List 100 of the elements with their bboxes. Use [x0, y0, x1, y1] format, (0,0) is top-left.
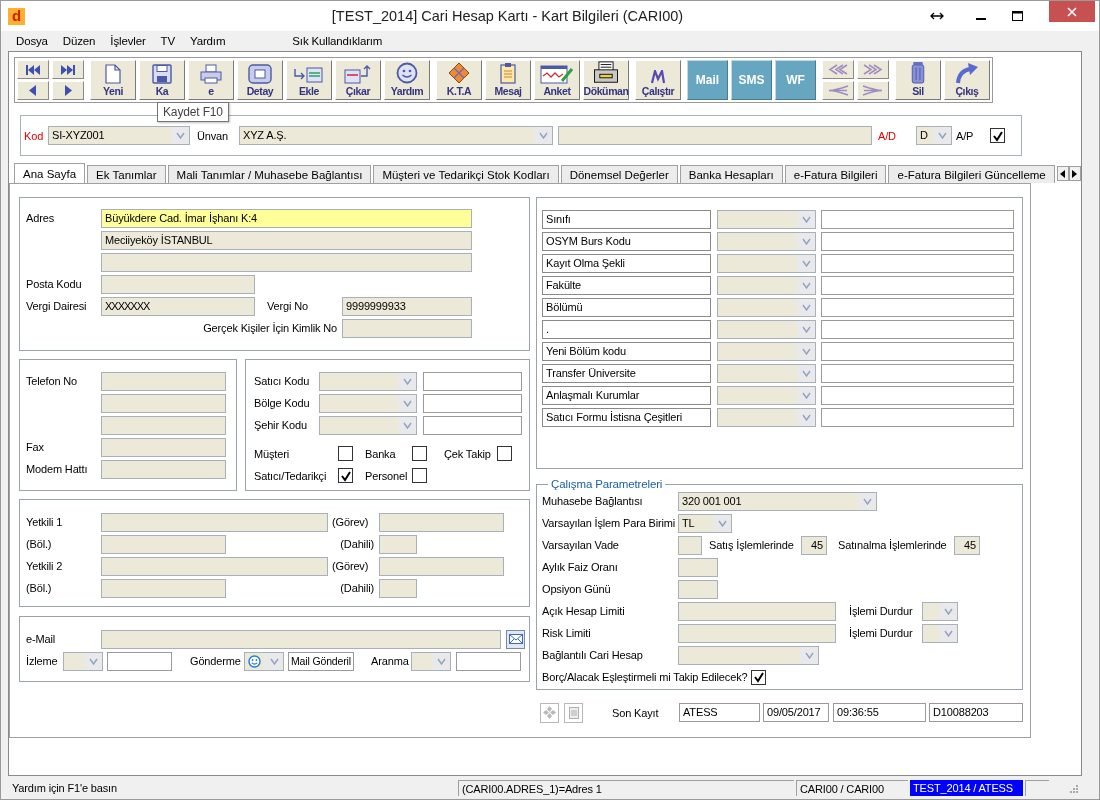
text-field[interactable]: 45: [801, 535, 827, 555]
resize-icon[interactable]: [930, 12, 944, 20]
text-field[interactable]: 9999999933: [342, 296, 472, 316]
tab[interactable]: Mali Tanımlar / Muhasebe Bağlantısı: [167, 165, 372, 183]
nav-button[interactable]: [822, 60, 854, 79]
toolbar-button[interactable]: e: [188, 60, 234, 100]
toolbar-button[interactable]: Detay: [237, 60, 283, 100]
nav-button[interactable]: [17, 60, 49, 79]
dropdown[interactable]: TL: [678, 513, 732, 533]
menu-item[interactable]: Düzen: [62, 35, 96, 47]
toolbar-button[interactable]: Ekle: [286, 60, 332, 100]
dropdown[interactable]: [922, 623, 958, 643]
checkbox[interactable]: [990, 128, 1005, 143]
dropdown[interactable]: [717, 341, 816, 361]
text-field[interactable]: [821, 231, 1014, 251]
dropdown[interactable]: SI-XYZ001: [48, 126, 190, 145]
dropdown[interactable]: [63, 651, 103, 671]
menu-item[interactable]: Sık Kullandıklarım: [292, 35, 383, 47]
text-field[interactable]: [101, 274, 255, 294]
text-field[interactable]: [101, 437, 226, 457]
text-field[interactable]: [821, 297, 1014, 317]
menu-item[interactable]: Dosya: [16, 35, 48, 47]
text-field[interactable]: [678, 579, 718, 599]
text-field[interactable]: [821, 275, 1014, 295]
menu-item[interactable]: Yardım: [190, 35, 226, 47]
checkbox[interactable]: [497, 446, 512, 461]
dropdown[interactable]: [717, 319, 816, 339]
text-field[interactable]: [423, 415, 522, 435]
text-field[interactable]: [107, 651, 172, 671]
scroll-left-button[interactable]: [1056, 166, 1069, 181]
text-field[interactable]: [101, 629, 501, 649]
text-field[interactable]: [101, 556, 328, 576]
text-field[interactable]: Mail Gönderil: [288, 651, 354, 671]
dropdown[interactable]: [411, 651, 451, 671]
dropdown[interactable]: [717, 209, 816, 229]
toolbar-button[interactable]: Sil: [895, 60, 941, 100]
checkbox[interactable]: [338, 468, 353, 483]
text-field[interactable]: [101, 252, 472, 272]
text-field[interactable]: [821, 253, 1014, 273]
dropdown[interactable]: [717, 363, 816, 383]
text-field[interactable]: XXXXXXX: [101, 296, 255, 316]
toolbar-button[interactable]: K.T.A: [436, 60, 482, 100]
menu-item[interactable]: İşlevler: [110, 35, 146, 47]
text-field[interactable]: [101, 512, 328, 532]
toolbar-button[interactable]: Yardım: [384, 60, 430, 100]
text-field[interactable]: [101, 459, 226, 479]
tab[interactable]: Ana Sayfa: [14, 163, 86, 183]
text-field[interactable]: [821, 209, 1014, 229]
text-field[interactable]: [379, 512, 504, 532]
toolbar-button[interactable]: Mesaj: [485, 60, 531, 100]
dropdown[interactable]: [319, 415, 417, 435]
text-field[interactable]: [456, 651, 521, 671]
toolbar-button[interactable]: Çıkış: [944, 60, 990, 100]
envelope-button[interactable]: [506, 629, 525, 649]
text-field[interactable]: 09/05/2017: [763, 703, 829, 722]
text-field[interactable]: [678, 601, 836, 621]
dropdown[interactable]: [717, 231, 816, 251]
tab[interactable]: e-Fatura Bilgileri Güncelleme: [888, 165, 1055, 183]
dropdown[interactable]: [717, 297, 816, 317]
dropdown[interactable]: D: [916, 126, 952, 145]
text-field[interactable]: [423, 393, 522, 413]
nav-button[interactable]: [857, 60, 889, 79]
checkbox[interactable]: [412, 468, 427, 483]
dropdown[interactable]: [244, 651, 284, 671]
move-button[interactable]: [540, 702, 559, 723]
tab[interactable]: Müşteri ve Tedarikçi Stok Kodları: [373, 165, 559, 183]
text-field[interactable]: [678, 557, 718, 577]
nav-button[interactable]: [52, 81, 84, 100]
text-field[interactable]: [379, 534, 417, 554]
text-field[interactable]: ATESS: [679, 703, 760, 722]
dropdown[interactable]: 320 001 001: [678, 491, 877, 511]
text-field[interactable]: [101, 578, 226, 598]
text-field[interactable]: [101, 415, 226, 435]
close-button[interactable]: [1049, 1, 1095, 22]
dropdown[interactable]: [717, 275, 816, 295]
text-field[interactable]: 09:36:55: [833, 703, 926, 722]
nav-button[interactable]: [822, 81, 854, 100]
text-field[interactable]: Meciiyeköy İSTANBUL: [101, 230, 472, 250]
dropdown[interactable]: [319, 371, 417, 391]
tab[interactable]: Ek Tanımlar: [87, 165, 166, 183]
menu-item[interactable]: TV: [160, 35, 175, 47]
text-field[interactable]: [821, 319, 1014, 339]
maximize-icon[interactable]: [1012, 11, 1023, 21]
dropdown[interactable]: [319, 393, 417, 413]
text-field[interactable]: [678, 623, 836, 643]
text-field[interactable]: [821, 341, 1014, 361]
toolbar-button[interactable]: Anket: [534, 60, 580, 100]
tab[interactable]: Dönemsel Değerler: [560, 165, 678, 183]
toolbar-button[interactable]: Çalıştır: [635, 60, 681, 100]
text-field[interactable]: 45: [954, 535, 980, 555]
clipboard-button[interactable]: [564, 702, 583, 723]
toolbar-button[interactable]: Çıkar: [335, 60, 381, 100]
dropdown[interactable]: [922, 601, 958, 621]
text-field[interactable]: [821, 407, 1014, 427]
text-field[interactable]: [101, 534, 226, 554]
tab[interactable]: e-Fatura Bilgileri: [784, 165, 887, 183]
text-field[interactable]: [558, 126, 872, 145]
nav-button[interactable]: [52, 60, 84, 79]
nav-button[interactable]: [857, 81, 889, 100]
tab[interactable]: Banka Hesapları: [679, 165, 783, 183]
